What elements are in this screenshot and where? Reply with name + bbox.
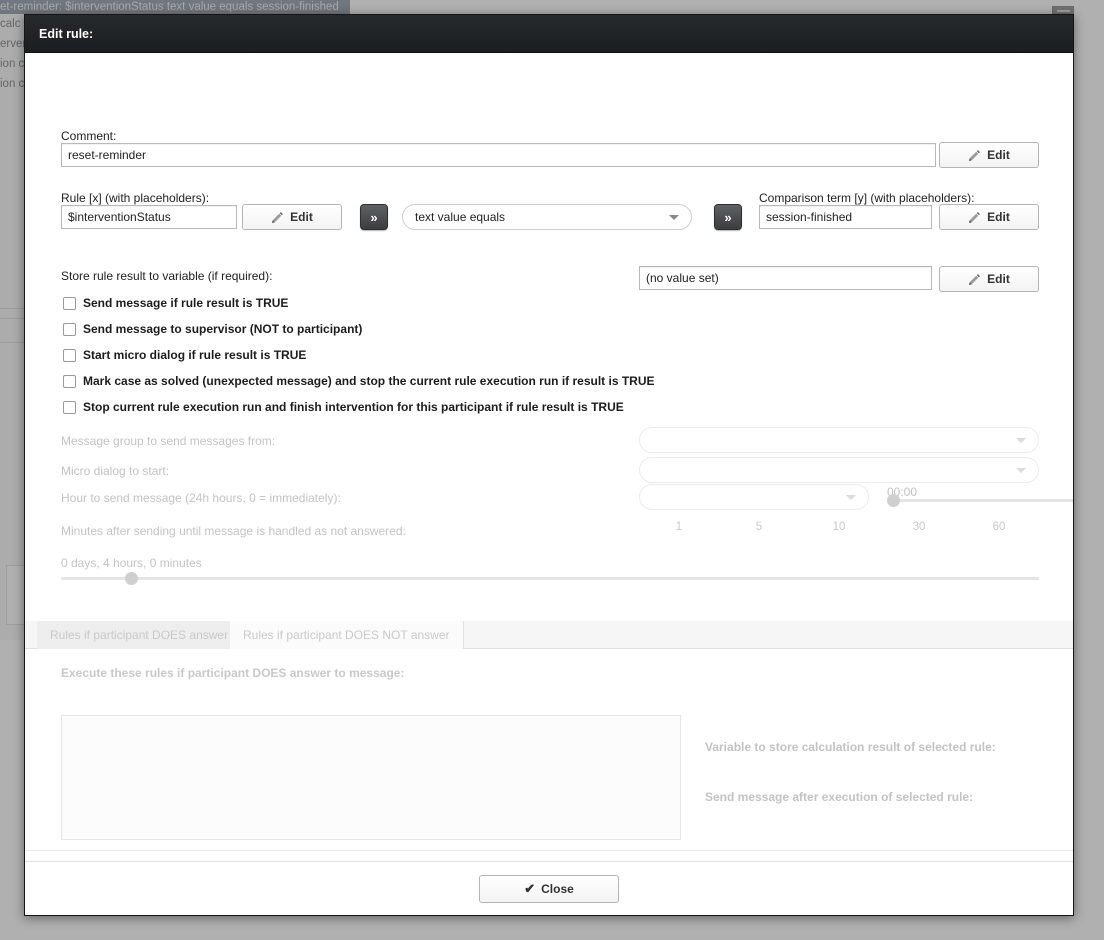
checkbox-label: Mark case as solved (unexpected message)… xyxy=(83,374,655,388)
rule-edit-label: Edit xyxy=(290,210,313,224)
tab-rules-does-not-answer[interactable]: Rules if participant DOES NOT answer xyxy=(230,621,464,649)
variable-result-label: Variable to store calculation result of … xyxy=(705,740,996,754)
dialog-title: Edit rule: xyxy=(39,27,93,41)
tab-label: Rules if participant DOES answer xyxy=(50,628,228,642)
checkbox-start-micro-dialog[interactable] xyxy=(63,349,76,362)
slider-tick: 1 xyxy=(676,521,682,533)
comparison-label: Comparison term [y] (with placeholders): xyxy=(759,191,974,205)
store-variable-label: Store rule result to variable (if requir… xyxy=(61,269,272,283)
minutes-not-answered-label: Minutes after sending until message is h… xyxy=(61,524,406,538)
comment-edit-button[interactable]: Edit xyxy=(939,142,1039,168)
comment-edit-label: Edit xyxy=(987,148,1010,162)
send-message-after-label: Send message after execution of selected… xyxy=(705,790,973,804)
slider-track xyxy=(61,577,1039,580)
operator-select[interactable]: text value equals xyxy=(402,204,692,230)
slider-tick: 5 xyxy=(756,521,762,533)
rules-listbox[interactable] xyxy=(61,715,681,840)
pencil-icon xyxy=(271,211,284,224)
checkbox-send-message[interactable] xyxy=(63,297,76,310)
rule-expand-arrow-button[interactable]: » xyxy=(360,204,388,230)
checkbox-row-mark-case-solved[interactable]: Mark case as solved (unexpected message)… xyxy=(63,374,655,388)
pencil-icon xyxy=(968,273,981,286)
hour-to-send-slider[interactable] xyxy=(887,493,1073,507)
checkbox-label: Stop current rule execution run and fini… xyxy=(83,400,624,414)
slider-knob[interactable] xyxy=(887,494,900,507)
checkbox-send-supervisor[interactable] xyxy=(63,323,76,336)
comparison-edit-label: Edit xyxy=(987,210,1010,224)
hour-to-send-label: Hour to send message (24h hours, 0 = imm… xyxy=(61,491,341,505)
comment-input[interactable]: reset-reminder xyxy=(61,143,936,167)
message-group-label: Message group to send messages from: xyxy=(61,434,275,448)
pencil-icon xyxy=(968,149,981,162)
edit-rule-dialog: Edit rule: Comment: reset-reminder Edit … xyxy=(24,14,1074,916)
duration-slider[interactable] xyxy=(61,571,1039,585)
close-button[interactable]: ✔ Close xyxy=(479,875,619,903)
slider-tick: 30 xyxy=(913,521,926,533)
checkbox-mark-case-solved[interactable] xyxy=(63,375,76,388)
close-button-label: Close xyxy=(541,882,574,896)
checkbox-label: Start micro dialog if rule result is TRU… xyxy=(83,348,306,362)
checkbox-label: Send message if rule result is TRUE xyxy=(83,296,288,310)
slider-tick: 60 xyxy=(993,521,1006,533)
chevron-down-icon xyxy=(1016,438,1026,443)
tab-label: Rules if participant DOES NOT answer xyxy=(243,628,450,642)
tab-strip: Rules if participant DOES answer Rules i… xyxy=(25,621,1073,649)
pencil-icon xyxy=(968,211,981,224)
store-variable-edit-label: Edit xyxy=(987,272,1010,286)
checkbox-row-send-message[interactable]: Send message if rule result is TRUE xyxy=(63,296,288,310)
chevron-down-icon xyxy=(1016,468,1026,473)
micro-dialog-select[interactable] xyxy=(639,457,1039,483)
dialog-body: Comment: reset-reminder Edit Rule [x] (w… xyxy=(25,53,1073,861)
operator-select-value: text value equals xyxy=(415,210,505,224)
checkbox-row-stop-execution[interactable]: Stop current rule execution run and fini… xyxy=(63,400,624,414)
chevron-down-icon xyxy=(846,495,856,500)
checkbox-label: Send message to supervisor (NOT to parti… xyxy=(83,322,362,336)
slider-knob[interactable] xyxy=(125,572,138,585)
message-group-select[interactable] xyxy=(639,427,1039,453)
rule-input[interactable]: $interventionStatus xyxy=(61,205,237,229)
toolbar-divider xyxy=(25,850,1073,851)
comment-label: Comment: xyxy=(61,129,116,143)
checkbox-row-start-micro-dialog[interactable]: Start micro dialog if rule result is TRU… xyxy=(63,348,306,362)
slider-tick: 10 xyxy=(833,521,846,533)
store-variable-input[interactable]: (no value set) xyxy=(639,266,932,290)
slider-track xyxy=(887,499,1073,502)
chevron-down-icon xyxy=(669,215,679,220)
rule-label: Rule [x] (with placeholders): xyxy=(61,191,209,205)
check-icon: ✔ xyxy=(524,882,535,895)
rules-panel-title: Execute these rules if participant DOES … xyxy=(61,666,404,680)
hour-to-send-select[interactable] xyxy=(639,484,869,510)
rule-edit-button[interactable]: Edit xyxy=(242,204,342,230)
dialog-header: Edit rule: xyxy=(25,15,1073,53)
comparison-edit-button[interactable]: Edit xyxy=(939,204,1039,230)
comparison-expand-arrow-button[interactable]: » xyxy=(714,204,742,230)
comparison-input[interactable]: session-finished xyxy=(759,205,932,229)
store-variable-edit-button[interactable]: Edit xyxy=(939,266,1039,292)
minutes-tick-scale: 1 5 10 30 60 xyxy=(639,521,1039,535)
micro-dialog-label: Micro dialog to start: xyxy=(61,464,169,478)
tab-rules-does-answer[interactable]: Rules if participant DOES answer xyxy=(37,621,242,649)
dialog-footer: ✔ Close xyxy=(25,861,1073,915)
checkbox-stop-execution[interactable] xyxy=(63,401,76,414)
checkbox-row-send-supervisor[interactable]: Send message to supervisor (NOT to parti… xyxy=(63,322,362,336)
duration-slider-label: 0 days, 4 hours, 0 minutes xyxy=(61,556,202,570)
